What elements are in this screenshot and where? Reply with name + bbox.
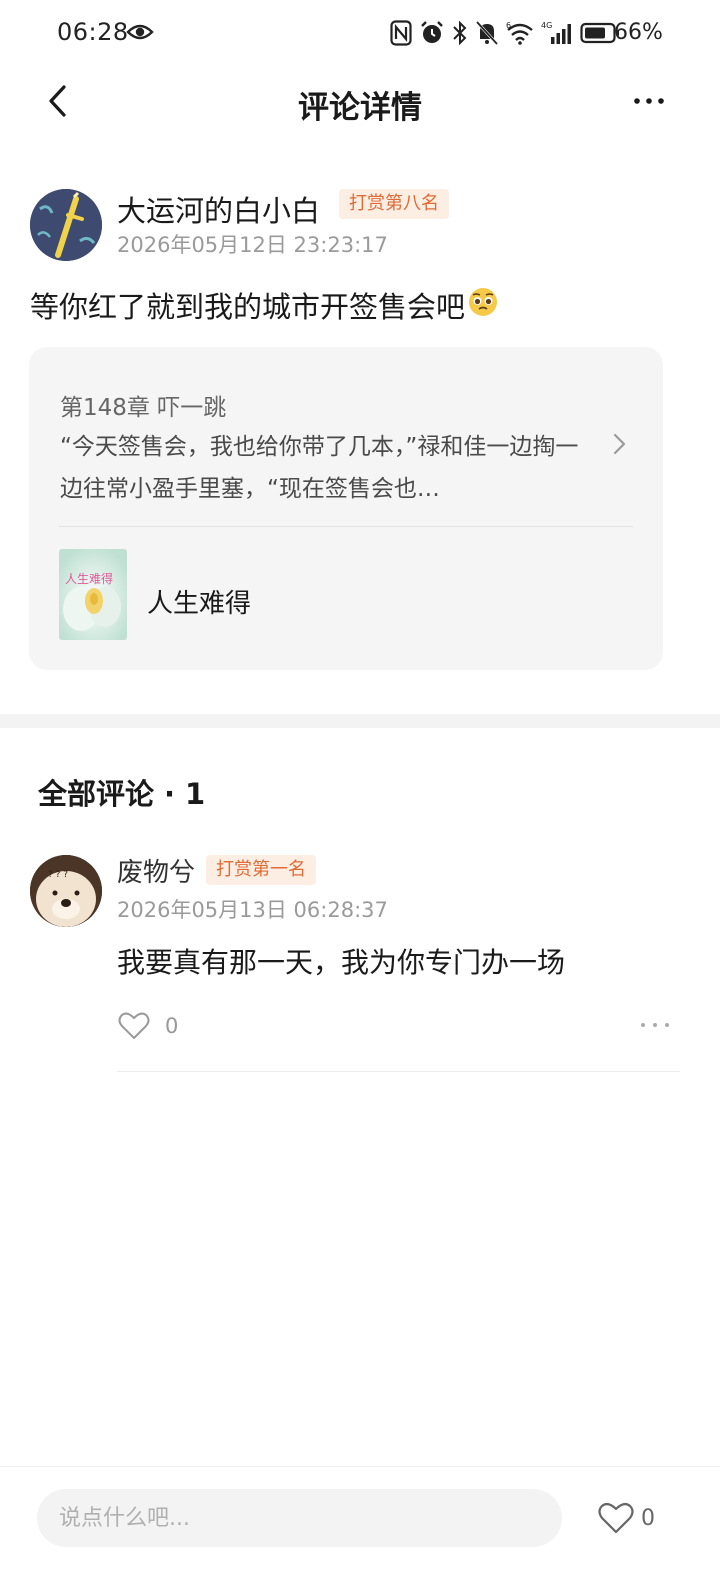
commenter-avatar[interactable]: ? ? ? xyxy=(30,855,102,927)
status-bar: 06:28 6 4G 66% xyxy=(0,0,720,70)
eye-icon xyxy=(126,22,154,46)
comment-timestamp: 2026年05月13日 06:28:37 xyxy=(117,898,388,922)
post-timestamp: 2026年05月12日 23:23:17 xyxy=(117,233,388,257)
bottom-bar-divider xyxy=(0,1466,720,1467)
post-content: 等你红了就到我的城市开签售会吧 xyxy=(30,284,499,326)
comment-input[interactable] xyxy=(37,1489,562,1547)
chevron-right-icon xyxy=(612,433,628,459)
svg-text:人生难得: 人生难得 xyxy=(65,571,113,586)
post-text: 等你红了就到我的城市开签售会吧 xyxy=(30,290,466,324)
more-dots-icon[interactable] xyxy=(630,88,670,114)
comment-text: 我要真有那一天，我为你专门办一场 xyxy=(117,946,566,979)
bluetooth-icon xyxy=(452,20,475,50)
comment-detail-screen: 06:28 6 4G 66% 评论详情 大运河的白小白 打赏第八名 2026年0… xyxy=(0,0,720,1593)
alarm-icon xyxy=(419,20,452,50)
commenter-name[interactable]: 废物兮 xyxy=(117,852,195,889)
heading-separator: · xyxy=(164,777,176,811)
tip-rank-badge: 打赏第一名 xyxy=(206,855,316,885)
pleading-face-emoji xyxy=(467,286,499,325)
mute-bell-icon xyxy=(475,20,506,50)
cellular-signal-icon: 4G xyxy=(541,20,580,50)
card-divider xyxy=(59,526,633,527)
battery-percent: 66% xyxy=(614,20,663,45)
tip-rank-badge: 打赏第八名 xyxy=(339,189,449,219)
heart-outline-icon[interactable] xyxy=(598,1501,634,1535)
nfc-icon xyxy=(390,20,419,50)
svg-text:4G: 4G xyxy=(541,21,552,30)
comment-like-count: 0 xyxy=(165,1014,179,1038)
chapter-quote-card[interactable]: 第148章 吓一跳 “今天签售会，我也给你带了几本，”禄和佳一边掏一边往常小盈手… xyxy=(29,347,663,670)
book-cover-image[interactable]: 人生难得 xyxy=(59,549,127,640)
comments-count: 1 xyxy=(185,777,206,811)
status-icons: 6 4G xyxy=(390,20,627,50)
top-nav-bar: 评论详情 xyxy=(0,70,720,132)
svg-text:6: 6 xyxy=(506,21,511,30)
wifi-icon: 6 xyxy=(506,20,541,50)
chapter-excerpt: “今天签售会，我也给你带了几本，”禄和佳一边掏一边往常小盈手里塞，“现在签售会也… xyxy=(60,434,579,502)
chapter-title: 第148章 吓一跳 xyxy=(60,395,227,421)
section-divider xyxy=(0,714,720,728)
author-avatar[interactable] xyxy=(30,189,102,261)
book-title[interactable]: 人生难得 xyxy=(147,583,251,620)
comment-divider xyxy=(117,1071,680,1072)
post-like-count: 0 xyxy=(641,1506,655,1531)
status-time: 06:28 xyxy=(57,18,129,46)
heart-outline-icon[interactable] xyxy=(118,1011,150,1041)
page-title: 评论详情 xyxy=(298,90,422,126)
author-name[interactable]: 大运河的白小白 xyxy=(117,188,320,230)
more-dots-icon[interactable] xyxy=(638,1015,672,1035)
comments-heading: 全部评论 · 1 xyxy=(38,771,205,813)
comments-heading-label: 全部评论 xyxy=(38,777,155,811)
svg-text:? ? ?: ? ? ? xyxy=(48,870,68,880)
